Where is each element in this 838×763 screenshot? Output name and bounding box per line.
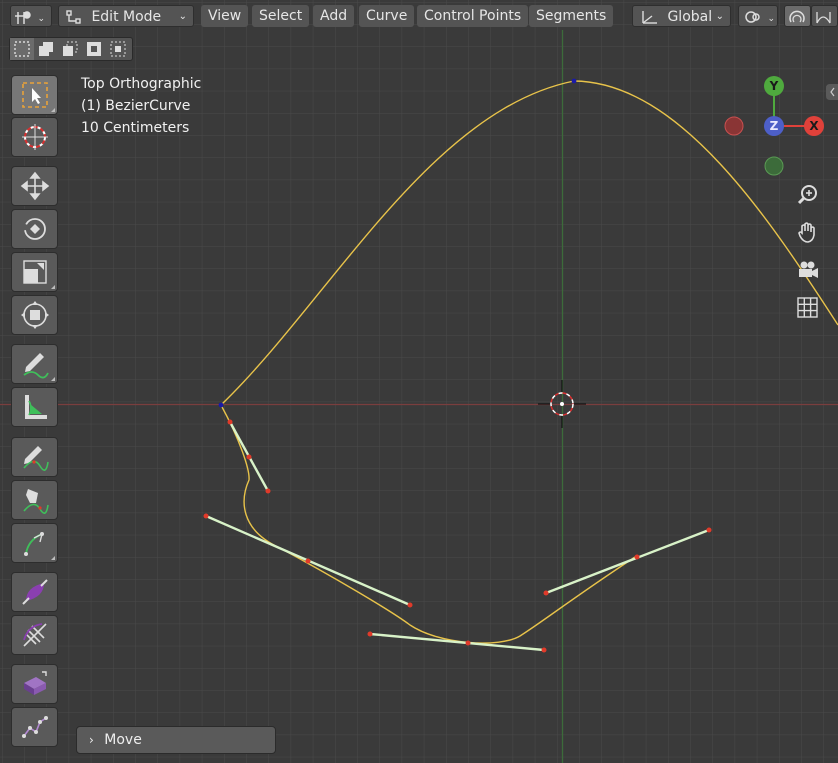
measure-icon [24,395,47,419]
pivot-snap-dropdown[interactable]: ⌄ [738,5,778,27]
transform-orientation-dropdown[interactable]: Global ⌄ [632,5,731,27]
select-intersect-icon [110,41,126,57]
menu-select[interactable]: Select [252,5,310,27]
zoom-icon[interactable] [796,183,820,207]
menu-view[interactable]: View [201,5,249,27]
mode-dropdown-label: Edit Mode [91,9,162,25]
randomize-icon [21,716,48,738]
select-box-icon [21,82,48,108]
select-subtract-icon [63,41,78,56]
gizmo-x-label: X [809,119,819,133]
menu-curve[interactable]: Curve [359,5,415,27]
object-name-label: (1) BezierCurve [81,98,191,114]
tool-rotate[interactable] [11,209,58,249]
endpoint-dot [218,402,224,408]
tool-tilt[interactable] [11,615,58,655]
proportional-edit-icon [789,10,805,23]
gizmo-y-button[interactable]: Y [764,76,784,96]
menu-segments[interactable]: Segments [529,5,614,27]
tool-draw[interactable] [11,437,58,477]
scale-icon [22,260,47,284]
snap-icon [745,11,760,23]
orientation-icon [642,11,657,24]
menu-add-label: Add [320,8,348,24]
tool-radius[interactable] [11,572,58,612]
gizmo-neg-x [724,116,744,136]
tool-scale[interactable] [11,252,58,292]
select-difference-icon [87,42,101,56]
menu-control-points[interactable]: Control Points [417,5,529,27]
endpoint-dot [571,78,577,84]
orientation-label: Global [667,9,713,25]
move-icon [20,171,49,201]
rotate-icon [23,218,46,240]
mode-dropdown[interactable]: Edit Mode ⌄ [58,5,194,27]
tool-measure[interactable] [11,387,58,427]
proportional-edit-toggle[interactable] [784,5,811,27]
menu-select-label: Select [259,8,303,24]
tool-curve-pen[interactable] [11,523,58,563]
gizmo-z-button[interactable]: Z [764,116,784,136]
editor-type-icon [15,11,31,24]
view-name-label: Top Orthographic [81,76,202,92]
select-new-button[interactable] [10,38,34,60]
edit-mode-icon [66,10,81,24]
menu-curve-label: Curve [366,8,408,24]
operator-label: Move [104,732,142,748]
draw-icon [22,446,49,471]
pen-icon [22,489,49,514]
chevron-down-icon: ⌄ [178,11,187,22]
transform-icon [20,301,49,329]
menu-segments-label: Segments [536,8,607,24]
menu-add[interactable]: Add [313,5,355,27]
grid-icon[interactable] [796,295,820,319]
chevron-down-icon: ⌄ [767,14,775,24]
select-intersect-button[interactable] [106,38,130,60]
select-difference-button[interactable] [82,38,106,60]
chevron-right-icon: › [89,733,94,747]
gizmo-y-label: Y [769,79,779,93]
tool-randomize[interactable] [11,707,58,747]
tool-transform[interactable] [11,295,58,335]
tool-cursor[interactable] [11,117,58,157]
chevron-down-icon: ⌄ [37,14,45,24]
select-new-icon [14,41,30,57]
proportional-falloff-button[interactable] [811,5,838,27]
select-extend-button[interactable] [34,38,58,60]
gizmo-x-button[interactable]: X [804,116,824,136]
chevron-down-icon: ⌄ [715,11,724,22]
extrude-icon [23,671,47,695]
select-mode-group [9,37,133,61]
sidebar-toggle [826,84,838,100]
menu-control-points-label: Control Points [424,8,522,24]
tool-pen[interactable] [11,480,58,520]
tilt-icon [22,623,47,647]
last-operator-panel[interactable]: › Move [76,726,276,754]
select-subtract-button[interactable] [58,38,82,60]
camera-icon[interactable] [796,258,820,282]
gizmo-z-label: Z [769,119,779,133]
menu-view-label: View [208,8,242,24]
radius-icon [21,579,48,605]
select-extend-icon [39,42,53,56]
gizmo-neg-y [764,156,784,176]
editor-type-button[interactable]: ⌄ [10,5,52,27]
curve-pen-icon [23,532,44,556]
cursor-icon [21,124,48,150]
tool-extrude[interactable] [11,664,58,704]
grid-scale-label: 10 Centimeters [81,120,190,136]
annotate-icon [22,353,49,379]
falloff-icon [816,12,831,24]
tool-move[interactable] [11,166,58,206]
tool-annotate[interactable] [11,344,58,384]
tool-select-box[interactable] [11,75,58,115]
hand-icon[interactable] [796,220,820,244]
